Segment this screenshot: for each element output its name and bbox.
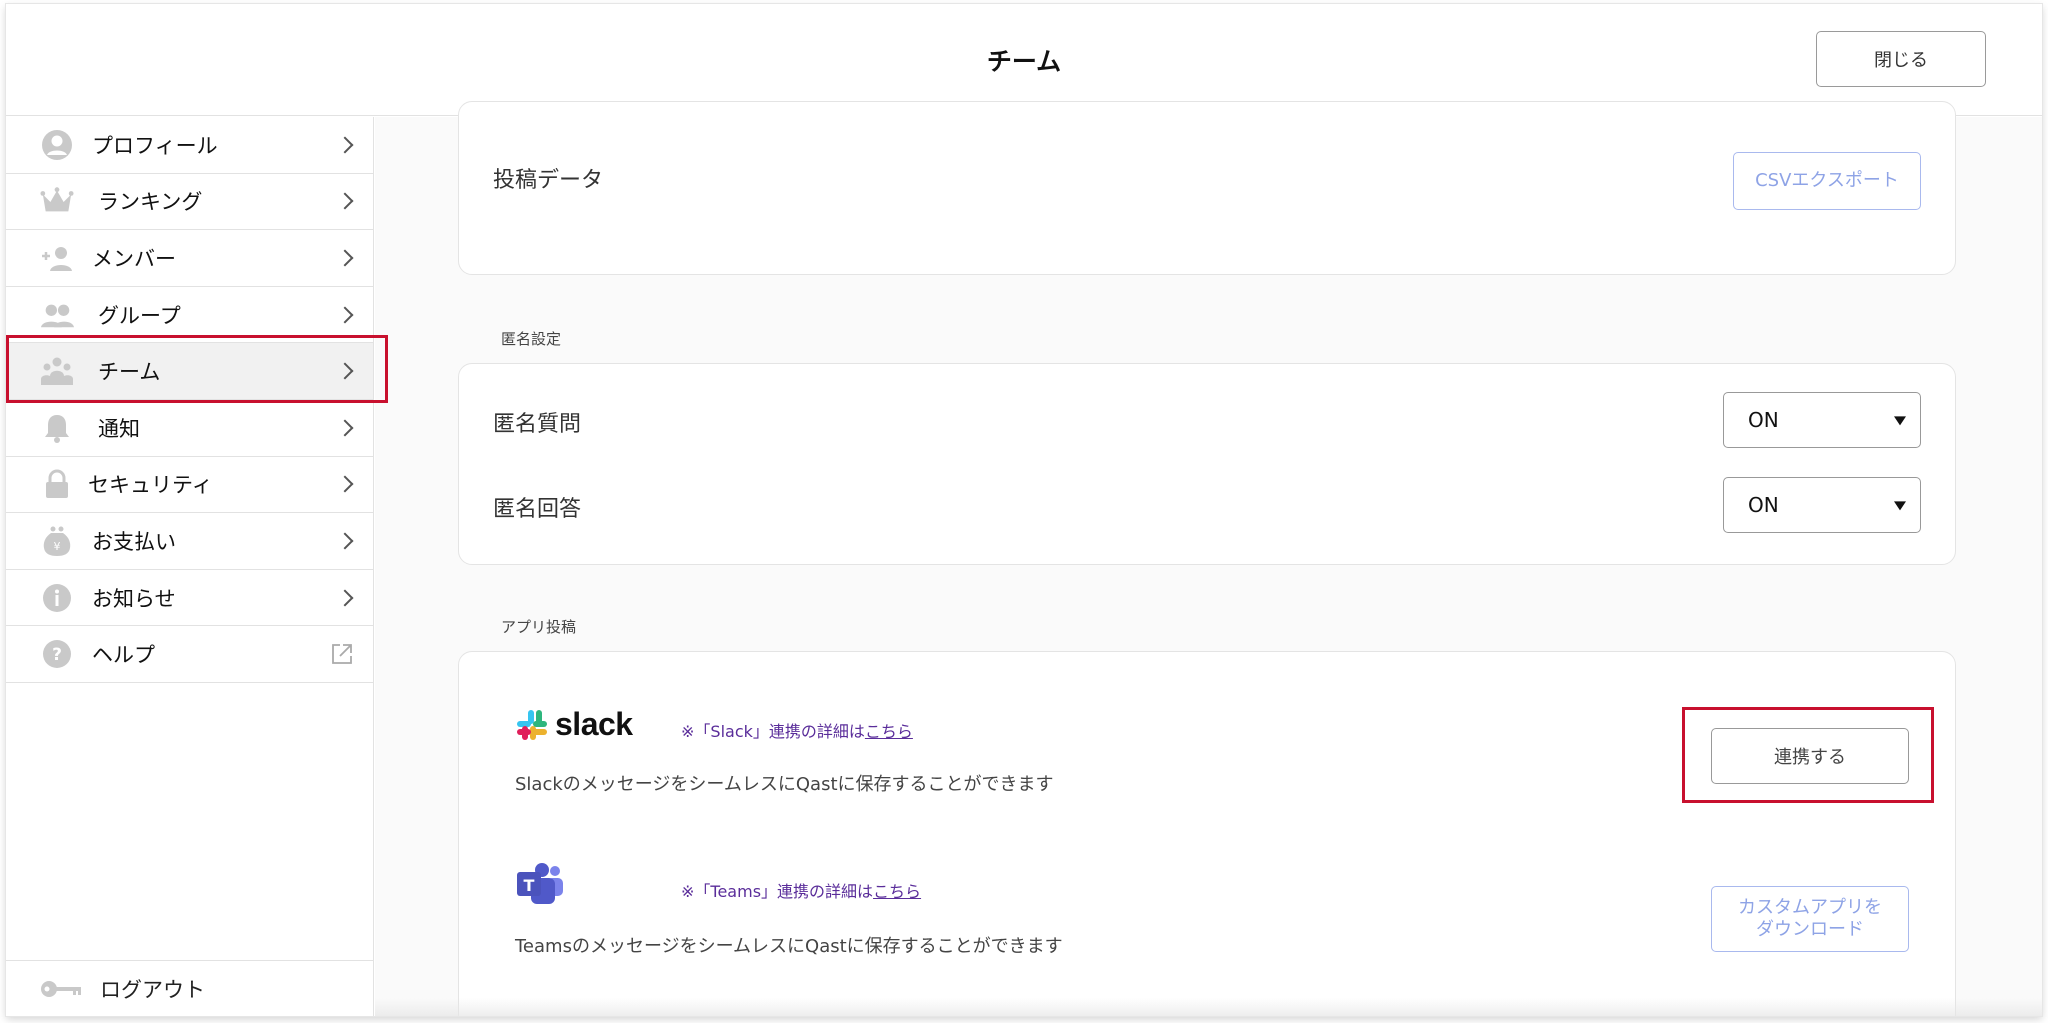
add-user-icon: [40, 241, 74, 275]
slack-connect-button[interactable]: 連携する: [1711, 728, 1909, 784]
sidebar-item-news[interactable]: お知らせ: [6, 570, 373, 627]
anonymous-question-label: 匿名質問: [493, 412, 582, 437]
lock-icon: [40, 467, 74, 501]
chevron-right-icon: [336, 136, 354, 154]
svg-text:¥: ¥: [54, 540, 61, 553]
anonymous-answer-label: 匿名回答: [493, 497, 582, 522]
app-posting-section-label: アプリ投稿: [501, 618, 577, 636]
user-circle-icon: [40, 128, 74, 162]
select-value: ON: [1748, 408, 1779, 432]
sidebar-item-label: 通知: [98, 416, 140, 441]
download-button-line2: ダウンロード: [1756, 919, 1864, 940]
anonymous-question-select[interactable]: ON: [1723, 392, 1921, 448]
logout-button[interactable]: ログアウト: [6, 960, 374, 1016]
crown-icon: [40, 184, 74, 218]
sidebar-item-payment[interactable]: ¥ お支払い: [6, 513, 373, 570]
sidebar: プロフィール ランキング メンバー グループ チーム 通知 セキュリティ ¥ お…: [6, 117, 374, 1016]
download-button-line1: カスタムアプリを: [1738, 897, 1882, 919]
help-icon: ?: [40, 637, 74, 671]
header: チーム 閉じる: [6, 4, 2042, 116]
post-data-label: 投稿データ: [493, 168, 604, 193]
slack-note: ※「Slack」連携の詳細はこちら: [681, 718, 913, 742]
sidebar-item-label: チーム: [98, 360, 161, 385]
external-link-icon: [331, 643, 353, 665]
post-data-card: 投稿データ CSVエクスポート: [458, 101, 1956, 275]
caret-down-icon: [1894, 416, 1906, 426]
scroll-fade: [375, 998, 2042, 1016]
page-title: チーム: [986, 47, 1062, 76]
svg-text:T: T: [524, 876, 535, 895]
microsoft-teams-icon: T: [517, 863, 563, 904]
chevron-right-icon: [336, 589, 354, 607]
sidebar-item-label: お支払い: [92, 529, 176, 554]
slack-logo: slack: [515, 706, 633, 743]
team-icon: [40, 354, 74, 388]
sidebar-item-team[interactable]: チーム: [6, 343, 373, 400]
money-bag-icon: ¥: [40, 524, 74, 558]
sidebar-item-label: グループ: [98, 303, 181, 328]
close-button[interactable]: 閉じる: [1816, 31, 1986, 87]
chevron-right-icon: [336, 249, 354, 267]
sidebar-item-label: お知らせ: [92, 586, 176, 611]
slack-icon: [517, 709, 547, 740]
sidebar-item-members[interactable]: メンバー: [6, 230, 373, 287]
slack-description: SlackのメッセージをシームレスにQastに保存することができます: [515, 774, 1054, 795]
teams-note: ※「Teams」連携の詳細はこちら: [681, 878, 921, 902]
csv-export-button[interactable]: CSVエクスポート: [1733, 152, 1921, 210]
sidebar-item-security[interactable]: セキュリティ: [6, 457, 373, 514]
teams-description: TeamsのメッセージをシームレスにQastに保存することができます: [515, 936, 1063, 957]
anonymous-section-label: 匿名設定: [501, 330, 562, 348]
anonymous-settings-card: 匿名質問 ON 匿名回答 ON: [458, 363, 1956, 565]
chevron-right-icon: [336, 475, 354, 493]
sidebar-item-label: ランキング: [98, 190, 203, 215]
caret-down-icon: [1894, 501, 1906, 511]
group-icon: [40, 298, 74, 332]
key-icon: [40, 972, 84, 1006]
teams-details-link[interactable]: こちら: [873, 882, 921, 901]
sidebar-item-label: セキュリティ: [88, 473, 213, 498]
main-content: 投稿データ CSVエクスポート 匿名設定 匿名質問 ON 匿名回答 ON アプリ…: [375, 101, 2042, 1016]
settings-window: チーム 閉じる プロフィール ランキング メンバー グループ チーム 通知 セキ…: [6, 4, 2042, 1016]
teams-note-text: ※「Teams」連携の詳細は: [681, 882, 874, 901]
sidebar-item-label: プロフィール: [92, 133, 218, 158]
logout-label: ログアウト: [100, 977, 205, 1002]
sidebar-item-profile[interactable]: プロフィール: [6, 117, 373, 174]
sidebar-item-label: ヘルプ: [92, 643, 155, 668]
chevron-right-icon: [336, 362, 354, 380]
chevron-right-icon: [336, 419, 354, 437]
select-value: ON: [1748, 493, 1779, 517]
sidebar-item-label: メンバー: [92, 246, 176, 271]
svg-text:?: ?: [52, 645, 62, 665]
slack-logo-text: slack: [555, 706, 633, 742]
sidebar-item-notifications[interactable]: 通知: [6, 400, 373, 457]
sidebar-item-group[interactable]: グループ: [6, 287, 373, 344]
download-custom-app-button[interactable]: カスタムアプリを ダウンロード: [1711, 886, 1909, 952]
chevron-right-icon: [336, 306, 354, 324]
slack-note-text: ※「Slack」連携の詳細は: [681, 722, 865, 741]
sidebar-item-help[interactable]: ? ヘルプ: [6, 626, 373, 683]
chevron-right-icon: [336, 532, 354, 550]
slack-details-link[interactable]: こちら: [865, 722, 913, 741]
sidebar-item-ranking[interactable]: ランキング: [6, 174, 373, 231]
info-icon: [40, 581, 74, 615]
anonymous-answer-select[interactable]: ON: [1723, 477, 1921, 533]
bell-icon: [40, 411, 74, 445]
app-posting-card: slack ※「Slack」連携の詳細はこちら Slackのメッセージをシームレ…: [458, 651, 1956, 1016]
teams-logo: T: [515, 862, 565, 910]
chevron-right-icon: [336, 192, 354, 210]
